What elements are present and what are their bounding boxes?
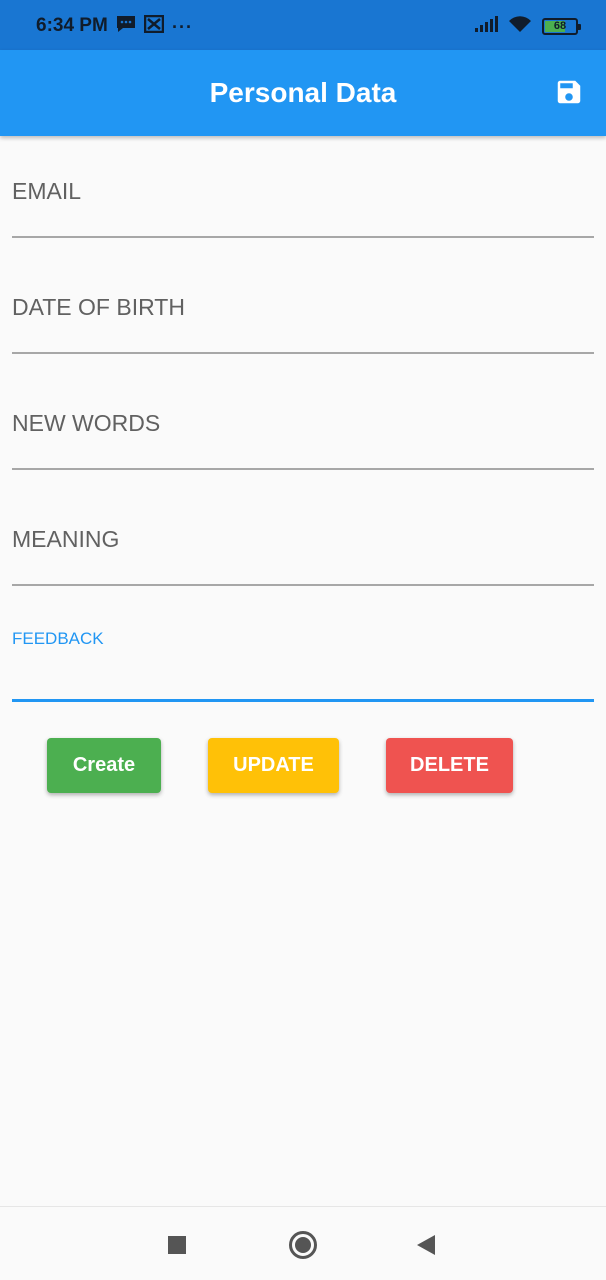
status-bar: 6:34 PM ··· 68	[0, 0, 606, 50]
feedback-field[interactable]: FEEDBACK	[12, 602, 594, 702]
email-underline	[12, 236, 594, 238]
feedback-input[interactable]	[12, 662, 594, 696]
delete-button[interactable]: DELETE	[386, 738, 513, 793]
recent-apps-button[interactable]	[159, 1227, 195, 1263]
back-icon	[417, 1235, 435, 1255]
save-button[interactable]	[554, 77, 584, 107]
recent-apps-icon	[168, 1236, 186, 1254]
update-button[interactable]: UPDATE	[208, 738, 339, 793]
status-icons-left: ···	[116, 14, 193, 38]
back-button[interactable]	[408, 1227, 444, 1263]
new-words-field[interactable]: NEW WORDS	[12, 370, 594, 470]
meaning-underline	[12, 584, 594, 586]
feedback-label: FEEDBACK	[12, 629, 104, 648]
more-notifications-icon: ···	[172, 16, 193, 37]
wifi-icon	[508, 15, 532, 38]
email-input[interactable]	[12, 198, 594, 232]
app-bar: Personal Data	[0, 50, 606, 136]
home-button[interactable]	[285, 1227, 321, 1263]
status-icons-right: 68	[474, 15, 581, 38]
new-words-input[interactable]	[12, 430, 594, 464]
date-of-birth-input[interactable]	[12, 314, 594, 348]
date-of-birth-field[interactable]: DATE OF BIRTH	[12, 254, 594, 354]
vpn-key-icon	[143, 14, 165, 38]
new-words-underline	[12, 468, 594, 470]
signal-icon	[474, 16, 498, 37]
feedback-underline	[12, 699, 594, 702]
page-title: Personal Data	[209, 77, 397, 108]
email-field[interactable]: EMAIL	[12, 138, 594, 238]
date-of-birth-underline	[12, 352, 594, 354]
battery-icon: 68	[542, 18, 581, 35]
meaning-field[interactable]: MEANING	[12, 486, 594, 586]
system-nav-bar	[0, 1206, 606, 1280]
create-button[interactable]: Create	[47, 738, 161, 793]
meaning-input[interactable]	[12, 546, 594, 580]
save-icon	[557, 80, 581, 104]
battery-level: 68	[553, 20, 567, 32]
home-icon	[289, 1231, 317, 1259]
status-time: 6:34 PM	[36, 15, 108, 36]
message-icon	[116, 15, 136, 38]
